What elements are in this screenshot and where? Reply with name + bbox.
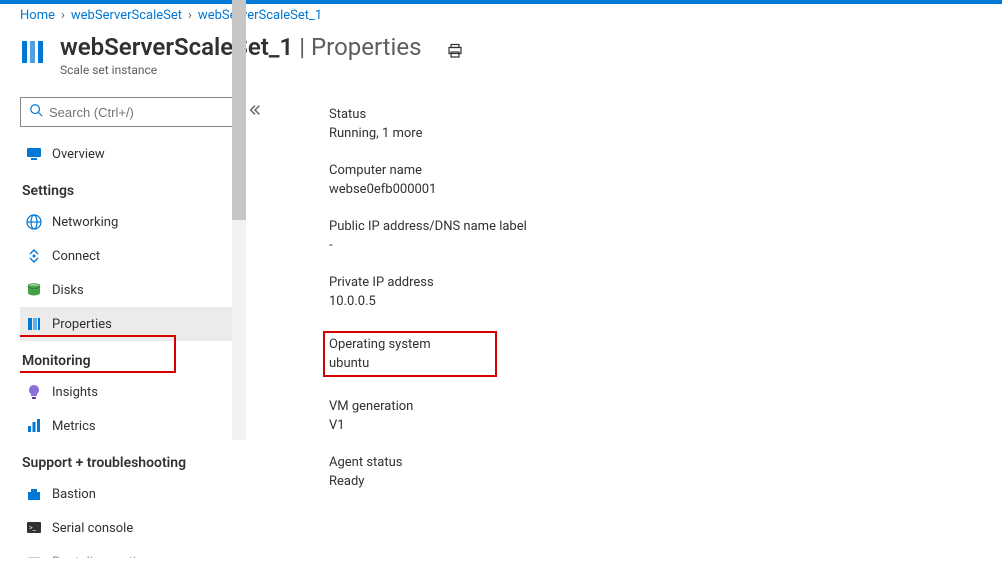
sidebar-nav: Overview Settings Networking Connect Di xyxy=(20,137,245,558)
property-agent-status: Agent status Ready xyxy=(329,455,962,489)
property-label: Private IP address xyxy=(329,275,962,290)
chevron-right-icon: › xyxy=(188,8,192,23)
sidebar-item-connect[interactable]: Connect xyxy=(20,239,245,273)
sidebar-item-bastion[interactable]: Bastion xyxy=(20,477,245,511)
search-input-wrapper[interactable] xyxy=(20,97,234,127)
main-content: Status Running, 1 more Computer name web… xyxy=(245,97,1002,558)
page-title-section: Properties xyxy=(311,33,421,61)
sidebar-item-label: Serial console xyxy=(52,521,239,536)
properties-icon xyxy=(26,316,42,332)
sidebar-item-overview[interactable]: Overview xyxy=(20,137,245,171)
breadcrumb-instance[interactable]: webServerScaleSet_1 xyxy=(198,8,322,23)
sidebar-item-disks[interactable]: Disks xyxy=(20,273,245,307)
property-value: - xyxy=(329,238,962,253)
sidebar-item-serial-console[interactable]: >_ Serial console xyxy=(20,511,245,545)
serial-icon: >_ xyxy=(26,520,42,536)
breadcrumb-scaleset[interactable]: webServerScaleSet xyxy=(71,8,182,23)
bastion-icon xyxy=(26,486,42,502)
search-icon xyxy=(29,103,43,121)
sidebar-scrollbar-thumb[interactable] xyxy=(232,0,246,220)
breadcrumb: Home › webServerScaleSet › webServerScal… xyxy=(0,4,1002,23)
sidebar-item-label: Boot diagnostics xyxy=(52,555,239,559)
property-public-ip: Public IP address/DNS name label - xyxy=(329,219,962,253)
property-status: Status Running, 1 more xyxy=(329,107,962,141)
sidebar: Overview Settings Networking Connect Di xyxy=(20,97,245,558)
sidebar-item-label: Properties xyxy=(52,317,239,332)
sidebar-item-label: Connect xyxy=(52,249,239,264)
property-value: Ready xyxy=(329,474,962,489)
sidebar-item-label: Disks xyxy=(52,283,239,298)
sidebar-item-insights[interactable]: Insights xyxy=(20,375,245,409)
sidebar-section-settings: Settings xyxy=(20,171,245,205)
bootdiag-icon xyxy=(26,554,42,558)
sidebar-item-label: Networking xyxy=(52,215,239,230)
page-title-name: webServerScaleSet_1 xyxy=(60,33,293,61)
chevron-right-icon: › xyxy=(61,8,65,23)
property-label: Agent status xyxy=(329,455,962,470)
sidebar-item-metrics[interactable]: Metrics xyxy=(20,409,245,443)
breadcrumb-home[interactable]: Home xyxy=(20,8,55,23)
svg-text:>_: >_ xyxy=(29,524,37,532)
page-header: webServerScaleSet_1 | Properties Scale s… xyxy=(0,23,1002,83)
sidebar-item-label: Metrics xyxy=(52,419,239,434)
connect-icon xyxy=(26,248,42,264)
collapse-sidebar-icon[interactable] xyxy=(244,99,266,125)
property-vm-generation: VM generation V1 xyxy=(329,399,962,433)
sidebar-item-networking[interactable]: Networking xyxy=(20,205,245,239)
sidebar-item-boot-diagnostics[interactable]: Boot diagnostics xyxy=(20,545,245,558)
property-label: Computer name xyxy=(329,163,962,178)
metrics-icon xyxy=(26,418,42,434)
scaleset-icon xyxy=(20,39,46,69)
property-private-ip: Private IP address 10.0.0.5 xyxy=(329,275,962,309)
property-value: ubuntu xyxy=(329,356,431,371)
sidebar-item-label: Overview xyxy=(52,147,239,162)
property-value: 10.0.0.5 xyxy=(329,294,962,309)
sidebar-item-label: Insights xyxy=(52,385,239,400)
search-input[interactable] xyxy=(49,105,225,120)
highlight-os-box: Operating system ubuntu xyxy=(323,331,497,377)
property-value: Running, 1 more xyxy=(329,126,962,141)
property-computer-name: Computer name webse0efb000001 xyxy=(329,163,962,197)
sidebar-section-support: Support + troubleshooting xyxy=(20,443,245,477)
property-label: Public IP address/DNS name label xyxy=(329,219,962,234)
monitor-icon xyxy=(26,146,42,162)
property-value: V1 xyxy=(329,418,962,433)
property-label: Operating system xyxy=(329,337,431,352)
property-label: VM generation xyxy=(329,399,962,414)
property-operating-system: Operating system ubuntu xyxy=(329,331,962,377)
property-value: webse0efb000001 xyxy=(329,182,962,197)
sidebar-item-label: Bastion xyxy=(52,487,239,502)
property-label: Status xyxy=(329,107,962,122)
disks-icon xyxy=(26,282,42,298)
sidebar-section-monitoring: Monitoring xyxy=(20,341,245,375)
networking-icon xyxy=(26,214,42,230)
insights-icon xyxy=(26,384,42,400)
sidebar-item-properties[interactable]: Properties xyxy=(20,307,245,341)
print-icon[interactable] xyxy=(447,43,463,63)
